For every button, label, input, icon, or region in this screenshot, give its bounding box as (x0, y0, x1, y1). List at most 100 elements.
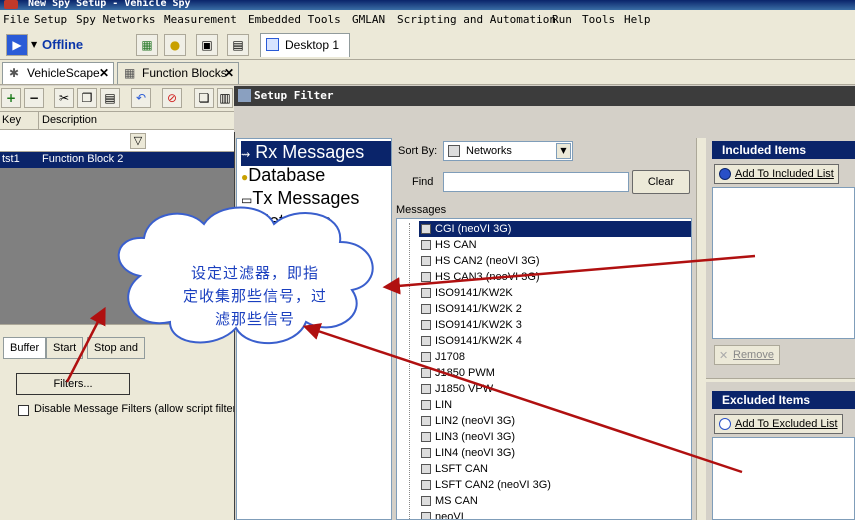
undo-icon[interactable]: ↶ (131, 88, 151, 108)
find-input[interactable] (443, 172, 629, 192)
column-description[interactable]: Description (42, 114, 97, 126)
row-key: tst1 (2, 153, 20, 165)
network-icon (421, 240, 431, 250)
network-icon (421, 304, 431, 314)
splitter[interactable] (706, 378, 855, 382)
message-label: ISO9141/KW2K 3 (435, 319, 522, 331)
table-row[interactable]: tst1 Function Block 2 (0, 152, 234, 168)
menu-file[interactable]: File (3, 10, 30, 30)
document-tabstrip: ✱ VehicleScape ✕ ▦ Function Blocks ✕ (0, 60, 855, 85)
message-item[interactable]: LSFT CAN (419, 461, 490, 477)
add-icon[interactable]: + (1, 88, 21, 108)
excluded-items-list[interactable] (712, 437, 855, 520)
windows-icon[interactable]: ❏ (194, 88, 214, 108)
menu-spy-networks[interactable]: Spy Networks (76, 10, 155, 30)
chevron-down-icon[interactable]: ▼ (556, 143, 571, 159)
clear-button[interactable]: Clear (632, 170, 690, 194)
cut-icon[interactable]: ✂ (54, 88, 74, 108)
message-item[interactable]: ISO9141/KW2K (419, 285, 515, 301)
disable-filters-checkbox[interactable] (18, 405, 29, 416)
message-label: ISO9141/KW2K 4 (435, 335, 522, 347)
close-icon[interactable]: ✕ (99, 63, 109, 83)
monitor-icon[interactable]: ▤ (227, 34, 249, 56)
callout-line-3: 滤那些信号 (214, 310, 295, 328)
network-icon (421, 352, 431, 362)
add-to-excluded-button[interactable]: Add To Excluded List (714, 414, 843, 434)
message-item[interactable]: J1850 PWM (419, 365, 497, 381)
menubar: File Setup Spy Networks Measurement Embe… (0, 10, 855, 30)
message-item[interactable]: neoVI (419, 509, 466, 519)
sort-by-select[interactable]: Networks (443, 141, 573, 161)
message-item[interactable]: HS CAN (419, 237, 479, 253)
save-icon[interactable]: ▣ (196, 34, 218, 56)
remove-x-icon: ✕ (719, 350, 729, 362)
message-item[interactable]: HS CAN2 (neoVI 3G) (419, 253, 542, 269)
message-item[interactable]: LIN2 (neoVI 3G) (419, 413, 517, 429)
paste-icon[interactable]: ▤ (100, 88, 120, 108)
message-label: CGI (neoVI 3G) (435, 223, 512, 235)
message-label: LIN3 (neoVI 3G) (435, 431, 516, 443)
desktop-tab[interactable]: Desktop 1 (260, 33, 350, 57)
message-item[interactable]: ISO9141/KW2K 4 (419, 333, 524, 349)
excluded-items-header: Excluded Items (712, 391, 855, 409)
message-item[interactable]: HS CAN3 (neoVI 3G) (419, 269, 542, 285)
network-icon (421, 432, 431, 442)
network-icon (421, 384, 431, 394)
message-label: HS CAN3 (neoVI 3G) (435, 271, 540, 283)
menu-run[interactable]: Run (552, 10, 572, 30)
tab-start[interactable]: Start (46, 337, 84, 359)
message-item[interactable]: J1850 VPW (419, 381, 495, 397)
tab-vehiclescape[interactable]: ✱ VehicleScape ✕ (2, 62, 114, 84)
tab-function-blocks[interactable]: ▦ Function Blocks ✕ (117, 62, 239, 84)
add-icon (719, 418, 731, 430)
message-item[interactable]: LSFT CAN2 (neoVI 3G) (419, 477, 553, 493)
network-icon (421, 336, 431, 346)
no-icon[interactable]: ⊘ (162, 88, 182, 108)
message-item[interactable]: ISO9141/KW2K 3 (419, 317, 524, 333)
minus-icon[interactable]: − (24, 88, 44, 108)
menu-gmlan[interactable]: GMLAN (352, 10, 385, 30)
hardware-icon[interactable]: ▦ (136, 34, 158, 56)
category-rx-messages[interactable]: ⇝ Rx Messages (241, 141, 391, 166)
database-icon[interactable]: ● (164, 34, 186, 56)
menu-setup[interactable]: Setup (34, 10, 67, 30)
tab-buffer[interactable]: Buffer (3, 337, 47, 359)
play-icon[interactable]: ▶ (6, 34, 28, 56)
column-key[interactable]: Key (2, 114, 21, 126)
dialog-title-bar: Setup Filter (234, 86, 855, 106)
included-items-list[interactable] (712, 187, 855, 339)
menu-embedded-tools[interactable]: Embedded Tools (248, 10, 341, 30)
network-icon (421, 512, 431, 519)
message-item[interactable]: LIN (419, 397, 454, 413)
dialog-title: Setup Filter (254, 89, 334, 102)
message-item[interactable]: ISO9141/KW2K 2 (419, 301, 524, 317)
filter-icon[interactable]: ▽ (130, 133, 146, 149)
network-icon (421, 272, 431, 282)
filters-button[interactable]: Filters... (16, 373, 130, 395)
copy-icon[interactable]: ❐ (77, 88, 97, 108)
category-database[interactable]: ●Database (241, 164, 325, 188)
close-icon[interactable]: ✕ (224, 63, 234, 83)
dropdown-arrow-icon[interactable]: ▼ (31, 40, 37, 49)
message-item[interactable]: J1708 (419, 349, 467, 365)
network-icon (421, 416, 431, 426)
message-label: J1850 VPW (435, 383, 494, 395)
vertical-scrollbar[interactable] (696, 138, 706, 520)
message-item[interactable]: LIN4 (neoVI 3G) (419, 445, 517, 461)
menu-tools[interactable]: Tools (582, 10, 615, 30)
add-to-included-button[interactable]: Add To Included List (714, 164, 839, 184)
column-divider (38, 112, 39, 130)
message-item[interactable]: CGI (neoVI 3G) (419, 221, 691, 237)
more-icon[interactable]: ▥ (217, 88, 233, 108)
message-item[interactable]: LIN3 (neoVI 3G) (419, 429, 517, 445)
network-icon (421, 320, 431, 330)
find-label: Find (412, 176, 434, 188)
menu-scripting[interactable]: Scripting and Automation (397, 10, 556, 30)
menu-help[interactable]: Help (624, 10, 651, 30)
message-item[interactable]: MS CAN (419, 493, 480, 509)
tab-vehiclescape-label: VehicleScape (27, 66, 100, 80)
filter-dialog-icon (238, 89, 251, 102)
disable-filters-label: Disable Message Filters (allow script fi… (34, 403, 237, 415)
menu-measurement[interactable]: Measurement (164, 10, 237, 30)
main-toolbar: ▶ ▼ ▦ ● ▣ ▤ (0, 30, 855, 60)
